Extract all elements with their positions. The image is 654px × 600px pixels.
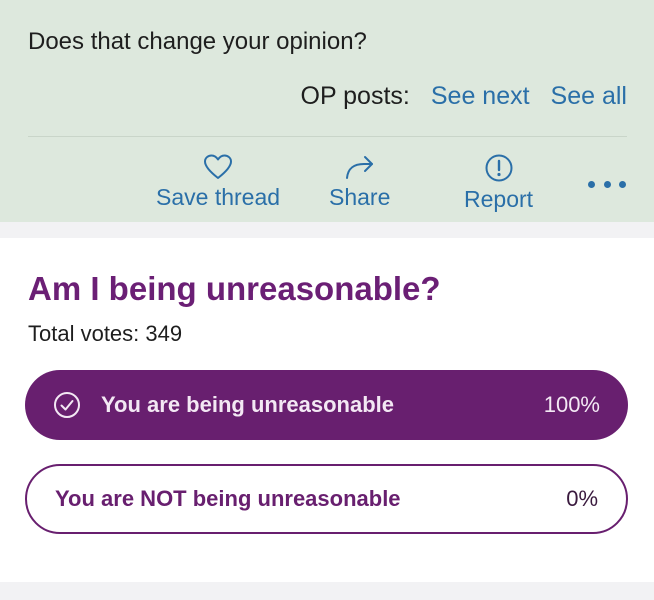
- more-options-button[interactable]: [588, 178, 626, 190]
- post-text: Does that change your opinion?: [28, 28, 367, 55]
- save-thread-label: Save thread: [156, 184, 281, 210]
- poll-option-label: You are being unreasonable: [101, 392, 394, 417]
- report-button[interactable]: Report: [464, 154, 533, 213]
- op-posts-nav: OP posts: See next See all: [301, 82, 627, 111]
- poll-option-unreasonable[interactable]: You are being unreasonable 100%: [25, 370, 628, 440]
- save-thread-button[interactable]: Save thread: [156, 154, 280, 211]
- poll-total-votes: Total votes: 349: [28, 321, 183, 346]
- op-posts-label: OP posts:: [300, 82, 410, 110]
- share-arrow-icon: [345, 156, 373, 179]
- more-dots-icon: [619, 180, 626, 188]
- poll-option-label: You are NOT being unreasonable: [55, 486, 401, 511]
- heart-icon: [204, 154, 233, 179]
- more-dots-icon: [588, 180, 595, 188]
- more-dots-icon: [603, 180, 611, 188]
- post-footer: Does that change your opinion? OP posts:…: [0, 0, 654, 222]
- poll-title: Am I being unreasonable?: [28, 270, 441, 307]
- share-label: Share: [329, 184, 391, 210]
- poll-option-percent: 0%: [566, 486, 598, 511]
- share-button[interactable]: Share: [329, 154, 390, 211]
- poll-option-percent: 100%: [543, 392, 600, 417]
- see-next-link[interactable]: See next: [431, 82, 530, 111]
- report-exclamation-icon: [485, 154, 513, 182]
- divider: [28, 136, 627, 137]
- check-circle-icon: [54, 392, 80, 418]
- poll-option-not-unreasonable[interactable]: You are NOT being unreasonable 0%: [25, 464, 628, 534]
- poll-card: Am I being unreasonable? Total votes: 34…: [0, 238, 654, 582]
- report-label: Report: [464, 186, 534, 212]
- see-all-link[interactable]: See all: [551, 82, 627, 111]
